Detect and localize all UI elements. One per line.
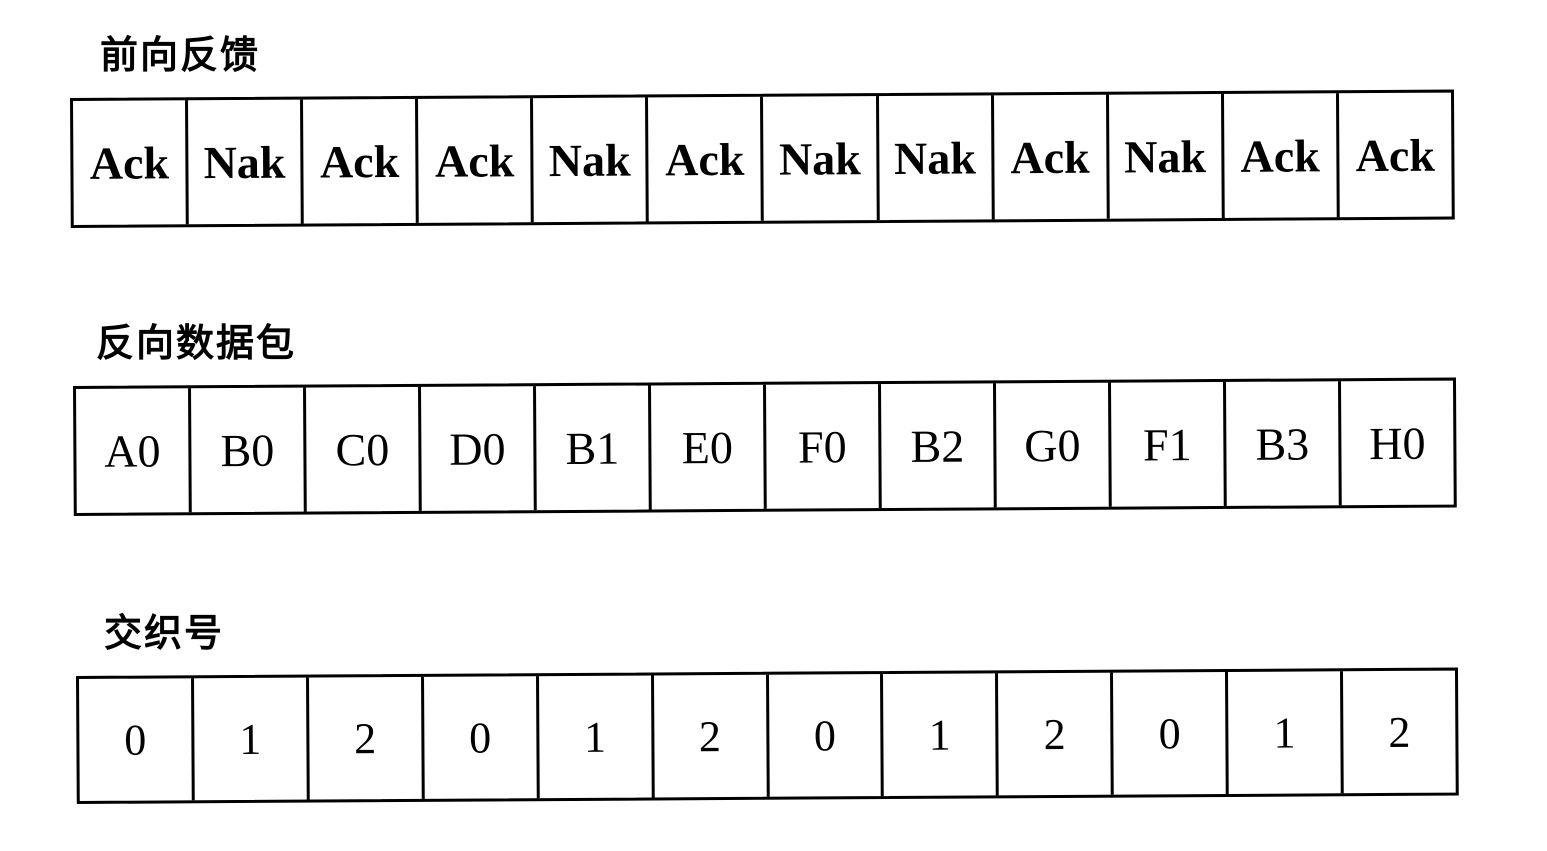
interleave-number-cell: 2 [653,674,770,798]
forward-feedback-cell: Ack [1355,129,1436,181]
forward-feedback-cell: Ack [73,100,189,225]
interleave-number-cell: 2 [998,672,1115,796]
reverse-packet-cell: F0 [766,384,882,509]
interleave-number-cell: 2 [1388,707,1411,757]
forward-feedback-cell: Nak [763,96,880,221]
forward-feedback-cell: Ack [648,96,765,222]
reverse-packet-cell: A0 [76,388,192,513]
interleave-number-cell: 2 [308,676,425,800]
forward-feedback-cell: Nak [1108,93,1225,219]
forward-feedback-cell: Ack [1223,93,1340,218]
reverse-packet-cell: B2 [881,383,997,509]
reverse-packet-cell: B0 [191,387,307,513]
interleave-number-row: 0 1 2 0 1 2 0 1 2 0 1 2 [76,667,1459,804]
reverse-packets-row: A0 B0 C0 D0 B1 E0 F0 B2 G0 F1 B3 H0 [73,377,1457,516]
interleave-number-cell: 1 [883,673,1000,797]
interleave-number-cell: 0 [1113,671,1229,795]
interleave-number-cell: 0 [768,674,885,797]
forward-feedback-cell: Nak [188,99,304,225]
reverse-packet-cell: C0 [306,386,422,512]
forward-feedback-label: 前向反馈 [100,33,261,77]
reverse-packet-cell: B1 [536,385,652,511]
reverse-packet-cell: D0 [421,386,537,511]
interleave-number-label: 交织号 [104,611,225,655]
reverse-packet-cell: E0 [651,384,767,510]
reverse-packet-cell: H0 [1369,417,1426,469]
reverse-packet-cell: F1 [1110,381,1227,507]
reverse-packets-label: 反向数据包 [96,321,297,365]
forward-feedback-row: Ack Nak Ack Ack Nak Ack Nak Nak Ack Nak … [70,89,1455,228]
interleave-number-cell: 0 [79,678,195,801]
interleave-number-cell: 1 [193,677,310,801]
reverse-packet-cell: G0 [996,382,1112,508]
interleave-number-cell: 1 [538,675,655,799]
forward-feedback-cell: Ack [993,94,1110,220]
forward-feedback-cell: Nak [533,97,650,223]
forward-feedback-cell: Nak [878,95,995,221]
forward-feedback-cell: Ack [303,98,420,224]
interleave-number-cell: 0 [423,676,540,799]
reverse-packet-cell: B3 [1225,381,1342,506]
forward-feedback-cell: Ack [418,98,535,223]
interleave-number-cell: 1 [1228,671,1344,794]
